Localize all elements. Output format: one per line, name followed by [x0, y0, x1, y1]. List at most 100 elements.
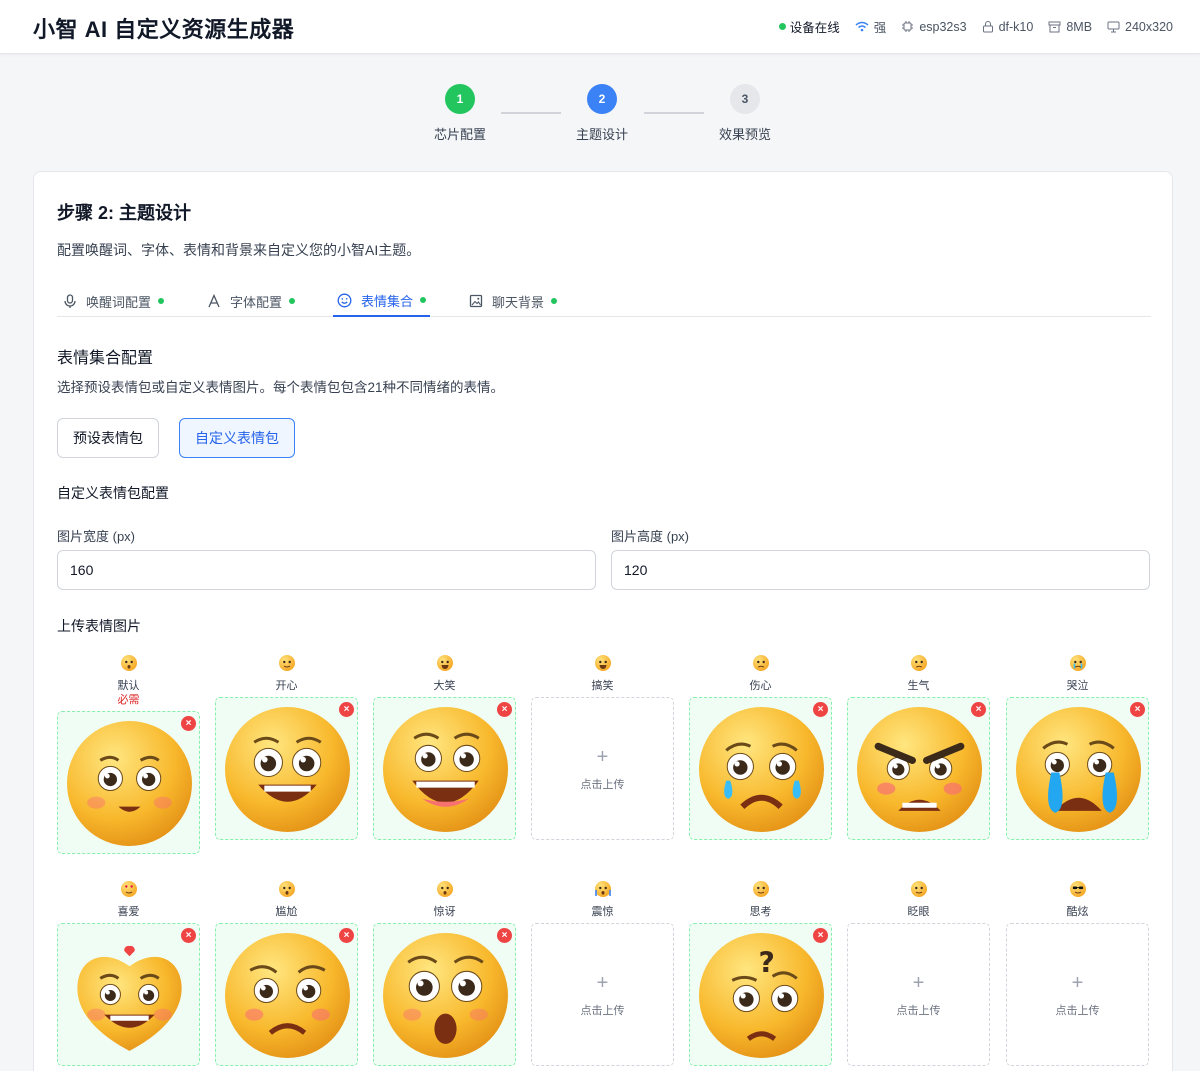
- preset-pack-button[interactable]: 预设表情包: [57, 418, 159, 458]
- remove-image-button[interactable]: ×: [339, 702, 354, 717]
- online-dot-icon: [778, 23, 786, 30]
- custom-pack-button[interactable]: 自定义表情包: [179, 418, 295, 458]
- step-preview[interactable]: 3 效果预览: [705, 84, 785, 143]
- emoji-icon: [278, 881, 295, 897]
- emotion-name: 哭泣: [1066, 680, 1089, 692]
- tab-emoji-set[interactable]: 表情集合: [333, 285, 431, 317]
- emoji-icon: [1069, 655, 1086, 671]
- plus-icon: +: [596, 972, 609, 994]
- emotion-slot: 哭泣 ×: [1006, 654, 1149, 840]
- emotion-name: 眨眼: [907, 906, 930, 918]
- emotion-name: 喜爱: [117, 906, 140, 918]
- smile-icon: [337, 293, 352, 307]
- remove-image-button[interactable]: ×: [339, 928, 354, 943]
- plus-icon: +: [912, 972, 925, 994]
- width-input[interactable]: [57, 550, 596, 590]
- emotion-name: 搞笑: [591, 680, 614, 692]
- step-number: 3: [730, 84, 760, 114]
- emoji-happy-image: [225, 707, 350, 832]
- upload-text: 点击上传: [580, 779, 625, 791]
- signal-status: 强: [855, 17, 886, 36]
- step-connector: [644, 112, 704, 114]
- step-label: 芯片配置: [433, 127, 486, 142]
- emotion-slot: 搞笑 + 点击上传: [531, 654, 674, 840]
- remove-image-button[interactable]: ×: [1130, 702, 1145, 717]
- svg-text:?: ?: [758, 946, 774, 979]
- emotion-slot: 尴尬 ×: [215, 880, 358, 1066]
- plus-icon: +: [1071, 972, 1084, 994]
- emotion-slot: 伤心 ×: [689, 654, 832, 840]
- upload-dropzone[interactable]: + 点击上传: [847, 923, 990, 1066]
- emotion-slot: 眨眼 + 点击上传: [847, 880, 990, 1066]
- uploaded-image-box[interactable]: ×: [689, 697, 832, 840]
- emotion-name: 思考: [749, 906, 772, 918]
- emotion-slot: 生气 ×: [847, 654, 990, 840]
- uploaded-image-box[interactable]: ×: [847, 697, 990, 840]
- upload-dropzone[interactable]: + 点击上传: [1006, 923, 1149, 1066]
- status-dot-icon: [289, 298, 296, 304]
- step-connector: [501, 112, 561, 114]
- upload-title: 上传表情图片: [57, 618, 141, 634]
- wifi-icon: [855, 21, 869, 32]
- emotion-name: 大笑: [433, 680, 456, 692]
- emotion-name: 酷炫: [1066, 906, 1089, 918]
- uploaded-image-box[interactable]: ×: [57, 711, 200, 854]
- top-bar: 小智 AI 自定义资源生成器 设备在线 强 esp32s3 df-k10 8MB…: [0, 0, 1200, 54]
- plus-icon: +: [596, 746, 609, 768]
- uploaded-image-box[interactable]: ? ×: [689, 923, 832, 1066]
- status-dot-icon: [420, 297, 427, 303]
- emotion-name: 惊讶: [433, 906, 456, 918]
- uploaded-image-box[interactable]: ×: [215, 697, 358, 840]
- resolution-status: 240x320: [1107, 20, 1173, 34]
- emoji-icon: [278, 655, 295, 671]
- emotion-name: 默认: [117, 680, 140, 692]
- remove-image-button[interactable]: ×: [497, 702, 512, 717]
- emotion-slot: 思考? ×: [689, 880, 832, 1066]
- step-number: 1: [445, 84, 475, 114]
- uploaded-image-box[interactable]: ×: [1006, 697, 1149, 840]
- uploaded-image-box[interactable]: ×: [373, 697, 516, 840]
- emoji-sad-image: [699, 707, 824, 832]
- height-input[interactable]: [611, 550, 1150, 590]
- emotion-slot: 大笑 ×: [373, 654, 516, 840]
- font-icon: [208, 294, 220, 308]
- step-chip-config[interactable]: 1 芯片配置: [420, 84, 500, 143]
- emoji-icon: [436, 655, 453, 671]
- emotion-slot: 酷炫 + 点击上传: [1006, 880, 1149, 1066]
- remove-image-button[interactable]: ×: [181, 716, 196, 731]
- emotion-slot: 默认 必需 ×: [57, 654, 200, 854]
- remove-image-button[interactable]: ×: [497, 928, 512, 943]
- remove-image-button[interactable]: ×: [813, 702, 828, 717]
- image-icon: [469, 294, 483, 308]
- upload-dropzone[interactable]: + 点击上传: [531, 923, 674, 1066]
- emoji-icon: [594, 655, 611, 671]
- section-title: 表情集合配置: [57, 350, 154, 367]
- remove-image-button[interactable]: ×: [813, 928, 828, 943]
- width-label: 图片宽度 (px): [57, 529, 136, 544]
- emoji-icon: [120, 655, 137, 671]
- step-label: 主题设计: [575, 127, 628, 142]
- emoji-icon: [752, 655, 769, 671]
- tab-chat-background[interactable]: 聊天背景: [469, 285, 558, 317]
- emoji-thinking-image: ?: [699, 933, 824, 1058]
- remove-image-button[interactable]: ×: [971, 702, 986, 717]
- uploaded-image-box[interactable]: ×: [215, 923, 358, 1066]
- uploaded-image-box[interactable]: ×: [373, 923, 516, 1066]
- emoji-angry-image: [857, 707, 982, 832]
- emoji-icon: [1069, 881, 1086, 897]
- tab-wake-word[interactable]: 唤醒词配置: [63, 285, 165, 317]
- custom-pack-subhead: 自定义表情包配置: [57, 485, 169, 501]
- monitor-icon: [1107, 21, 1120, 32]
- uploaded-image-box[interactable]: ×: [57, 923, 200, 1066]
- theme-design-card: 步骤 2: 主题设计 配置唤醒词、字体、表情和背景来自定义您的小智AI主题。 唤…: [33, 171, 1173, 1071]
- status-dot-icon: [158, 298, 165, 304]
- stepper: 1 芯片配置 2 主题设计 3 效果预览: [0, 84, 1200, 144]
- upload-dropzone[interactable]: + 点击上传: [531, 697, 674, 840]
- emoji-surprised-image: [383, 933, 508, 1058]
- tab-font[interactable]: 字体配置: [207, 285, 296, 317]
- remove-image-button[interactable]: ×: [181, 928, 196, 943]
- emoji-icon: [436, 881, 453, 897]
- emotion-slot: 开心 ×: [215, 654, 358, 840]
- emotion-name: 尴尬: [275, 906, 298, 918]
- step-theme-design[interactable]: 2 主题设计: [562, 84, 642, 143]
